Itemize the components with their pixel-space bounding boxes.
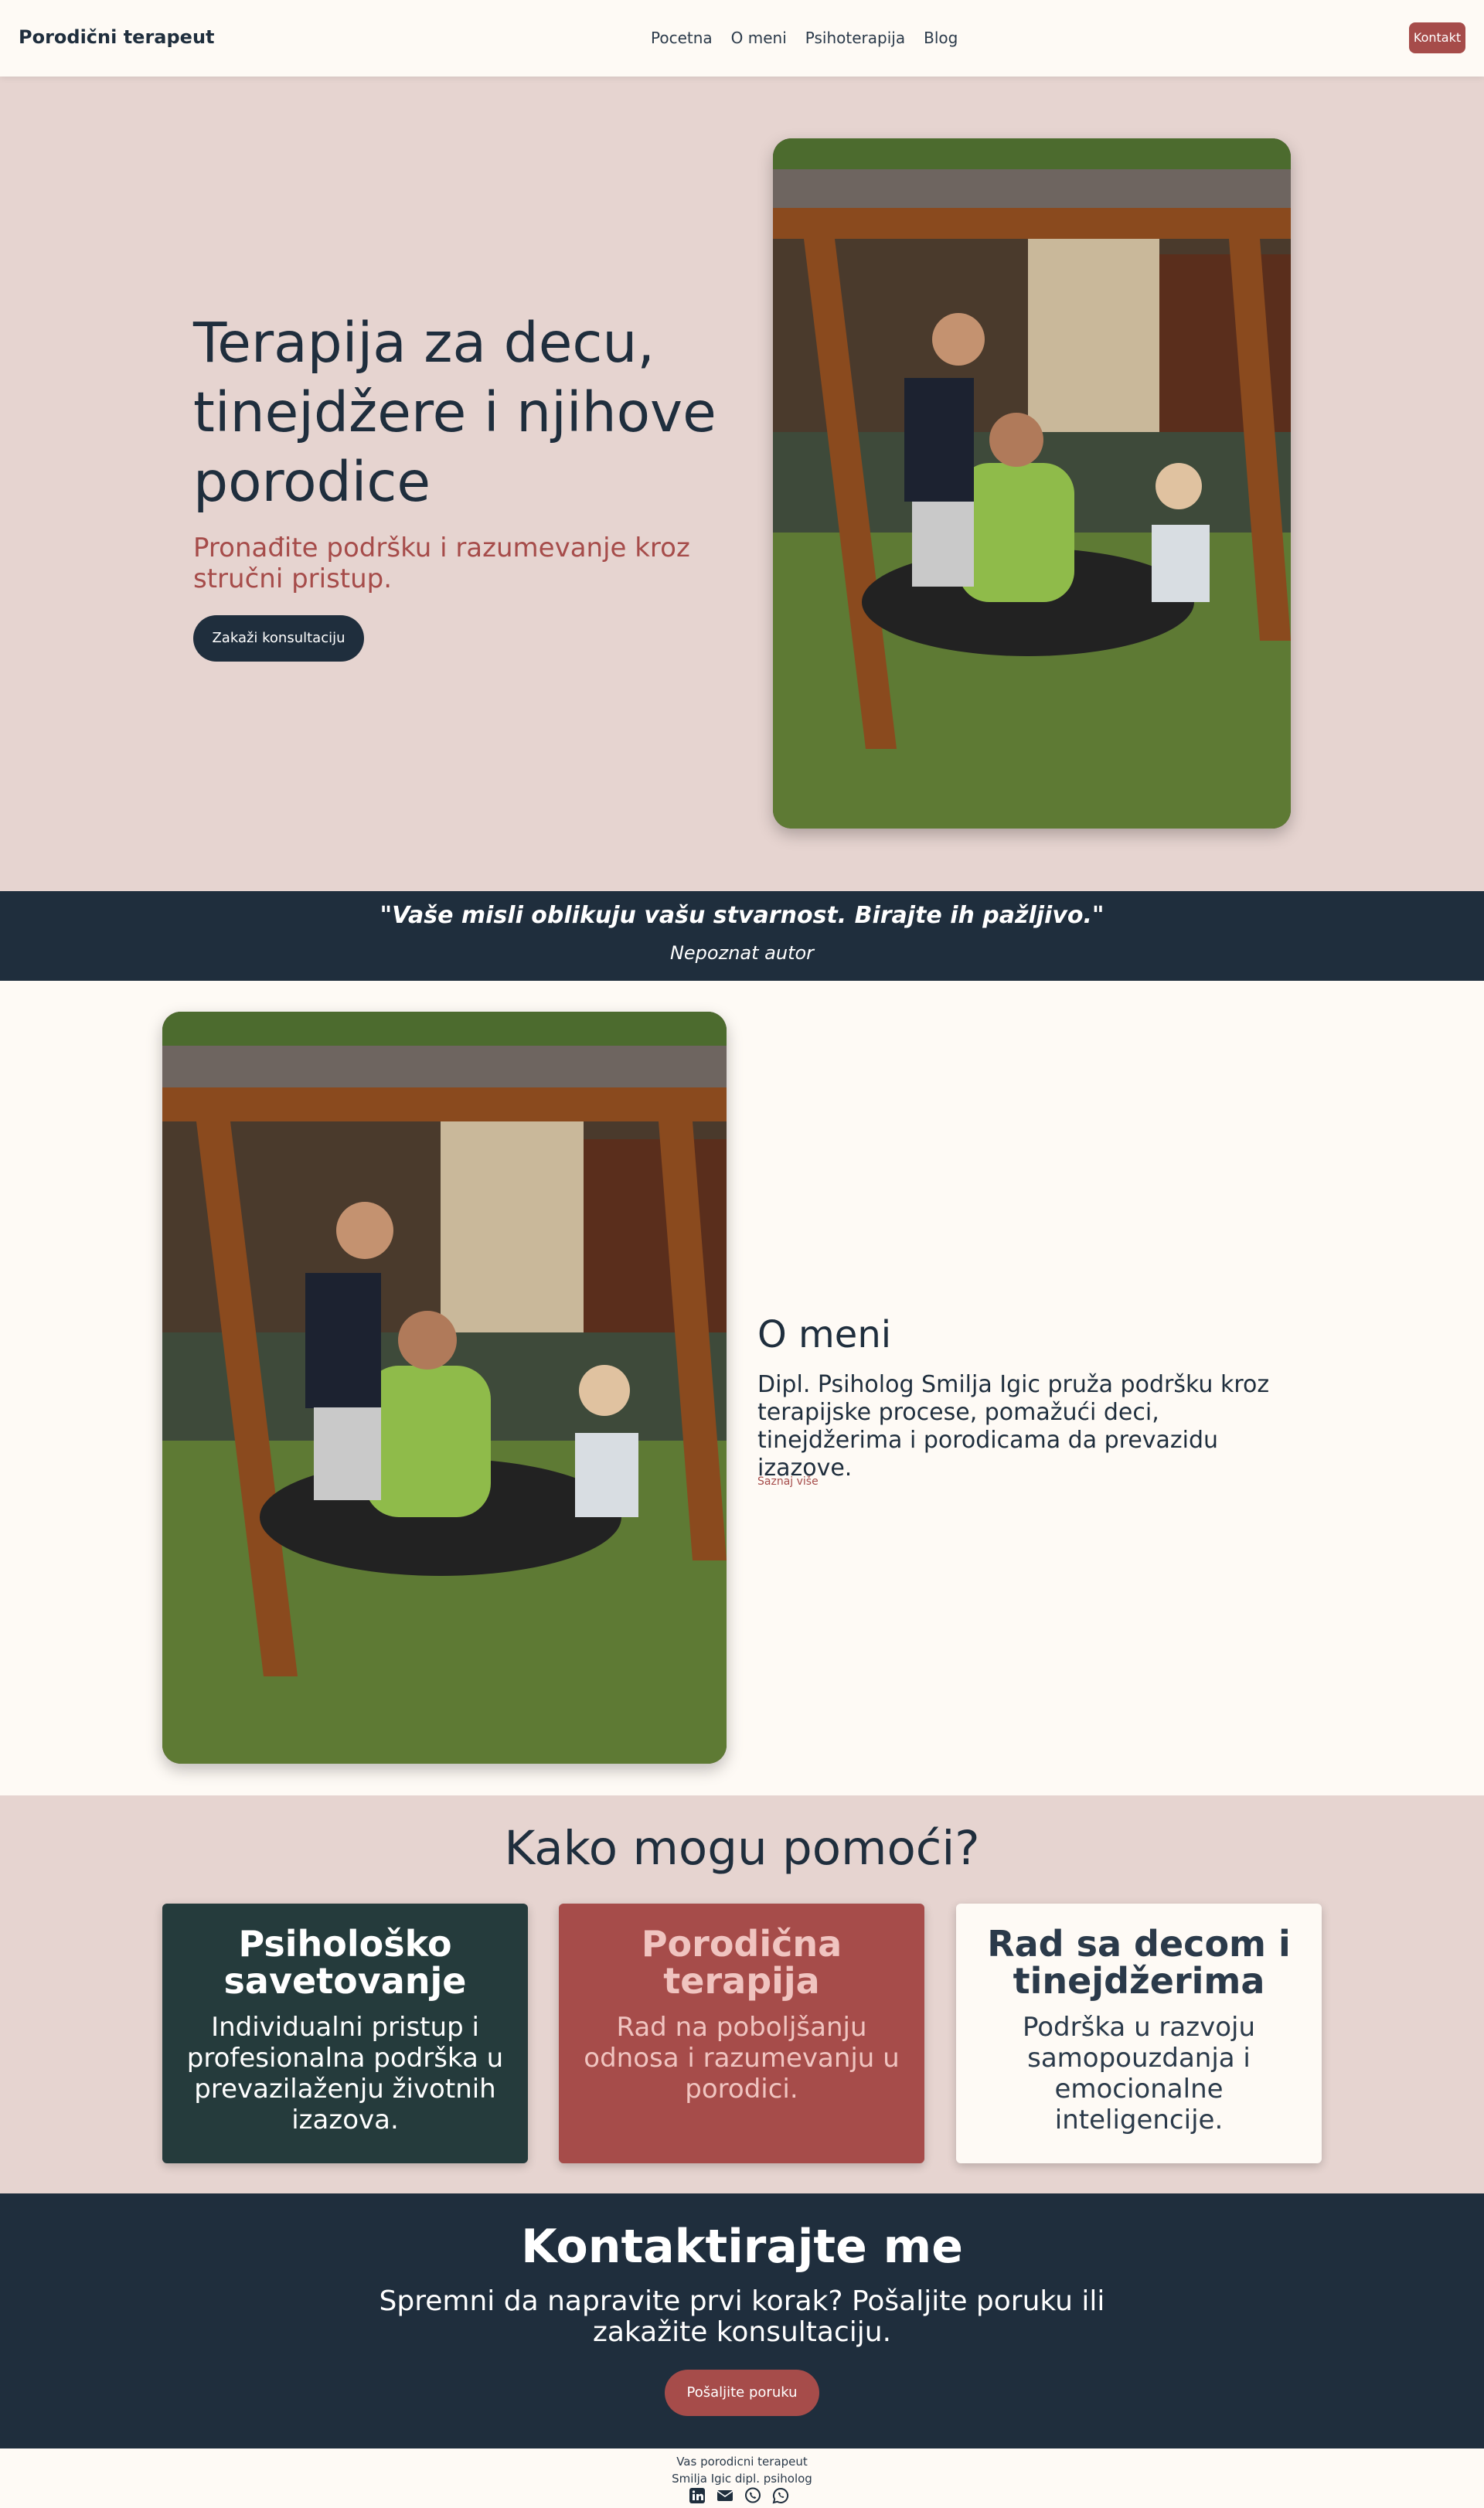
quote-band: "Vaše misli oblikuju vašu stvarnost. Bir… <box>0 891 1484 981</box>
service-card-text: Individualni pristup i profesionalna pod… <box>186 2012 504 2135</box>
learn-more-link[interactable]: Saznaj više <box>757 1475 819 1488</box>
linkedin-icon[interactable] <box>688 2486 706 2505</box>
social-links <box>688 2486 790 2505</box>
hero-subtitle: Pronađite podršku i razumevanje kroz str… <box>193 533 690 594</box>
nav-link-blog[interactable]: Blog <box>924 29 958 47</box>
nav-link-pocetna[interactable]: Pocetna <box>651 29 713 47</box>
send-message-button[interactable]: Pošaljite poruku <box>665 2370 819 2416</box>
service-card-title: Porodična terapija <box>641 1923 842 2002</box>
about-photo <box>162 1012 727 1764</box>
nav-link-psihoterapija[interactable]: Psihoterapija <box>805 29 905 47</box>
footer-name: Smilja Igic dipl. psiholog <box>672 2472 812 2486</box>
quote-text: "Vaše misli oblikuju vašu stvarnost. Bir… <box>380 902 1104 929</box>
service-card-text: Podrška u razvoju samopouzdanja i emocio… <box>1022 2012 1256 2135</box>
hero-photo <box>773 138 1291 829</box>
contact-button[interactable]: Kontakt <box>1409 22 1465 53</box>
service-card-children[interactable]: Rad sa decom i tinejdžerima Podrška u ra… <box>956 1904 1322 2163</box>
nav-link-o-meni[interactable]: O meni <box>731 29 787 47</box>
whatsapp-icon[interactable] <box>771 2486 790 2505</box>
service-card-title: Rad sa decom i tinejdžerima <box>987 1923 1291 2002</box>
about-section: O meni Dipl. Psiholog Smilja Igic pruža … <box>0 981 1484 1795</box>
email-icon[interactable] <box>716 2486 734 2505</box>
service-card-text: Rad na poboljšanju odnosa i razumevanju … <box>584 2012 900 2105</box>
footer-tagline: Vas porodicni terapeut <box>676 2455 808 2469</box>
about-title: O meni <box>757 1313 892 1356</box>
contact-section: Kontaktirajte me Spremni da napravite pr… <box>0 2193 1484 2448</box>
hero-section: Terapija za decu, tinejdžere i njihove p… <box>0 77 1484 891</box>
site-brand[interactable]: Porodični terapeut <box>19 26 215 48</box>
viber-icon[interactable] <box>744 2486 762 2505</box>
quote-author: Nepoznat autor <box>669 942 815 964</box>
main-menu: Pocetna O meni Psihoterapija Blog <box>651 29 958 47</box>
service-card-family-therapy[interactable]: Porodična terapija Rad na poboljšanju od… <box>559 1904 924 2163</box>
top-navbar: Porodični terapeut Pocetna O meni Psihot… <box>0 0 1484 77</box>
footer: Vas porodicni terapeut Smilja Igic dipl.… <box>0 2448 1484 2508</box>
services-section: Kako mogu pomoći? Psihološko savetovanje… <box>0 1795 1484 2193</box>
service-card-counseling[interactable]: Psihološko savetovanje Individualni pris… <box>162 1904 528 2163</box>
contact-text: Spremni da napravite prvi korak? Pošalji… <box>379 2285 1105 2348</box>
services-title: Kako mogu pomoći? <box>504 1821 980 1876</box>
family-swing-photo <box>773 138 1291 829</box>
about-text: Dipl. Psiholog Smilja Igic pruža podršku… <box>757 1371 1270 1482</box>
family-swing-photo <box>162 1012 727 1764</box>
contact-title: Kontaktirajte me <box>521 2220 963 2274</box>
hero-title: Terapija za decu, tinejdžere i njihove p… <box>193 311 716 514</box>
schedule-consultation-button[interactable]: Zakaži konsultaciju <box>193 615 364 662</box>
service-card-title: Psihološko savetovanje <box>223 1923 467 2002</box>
